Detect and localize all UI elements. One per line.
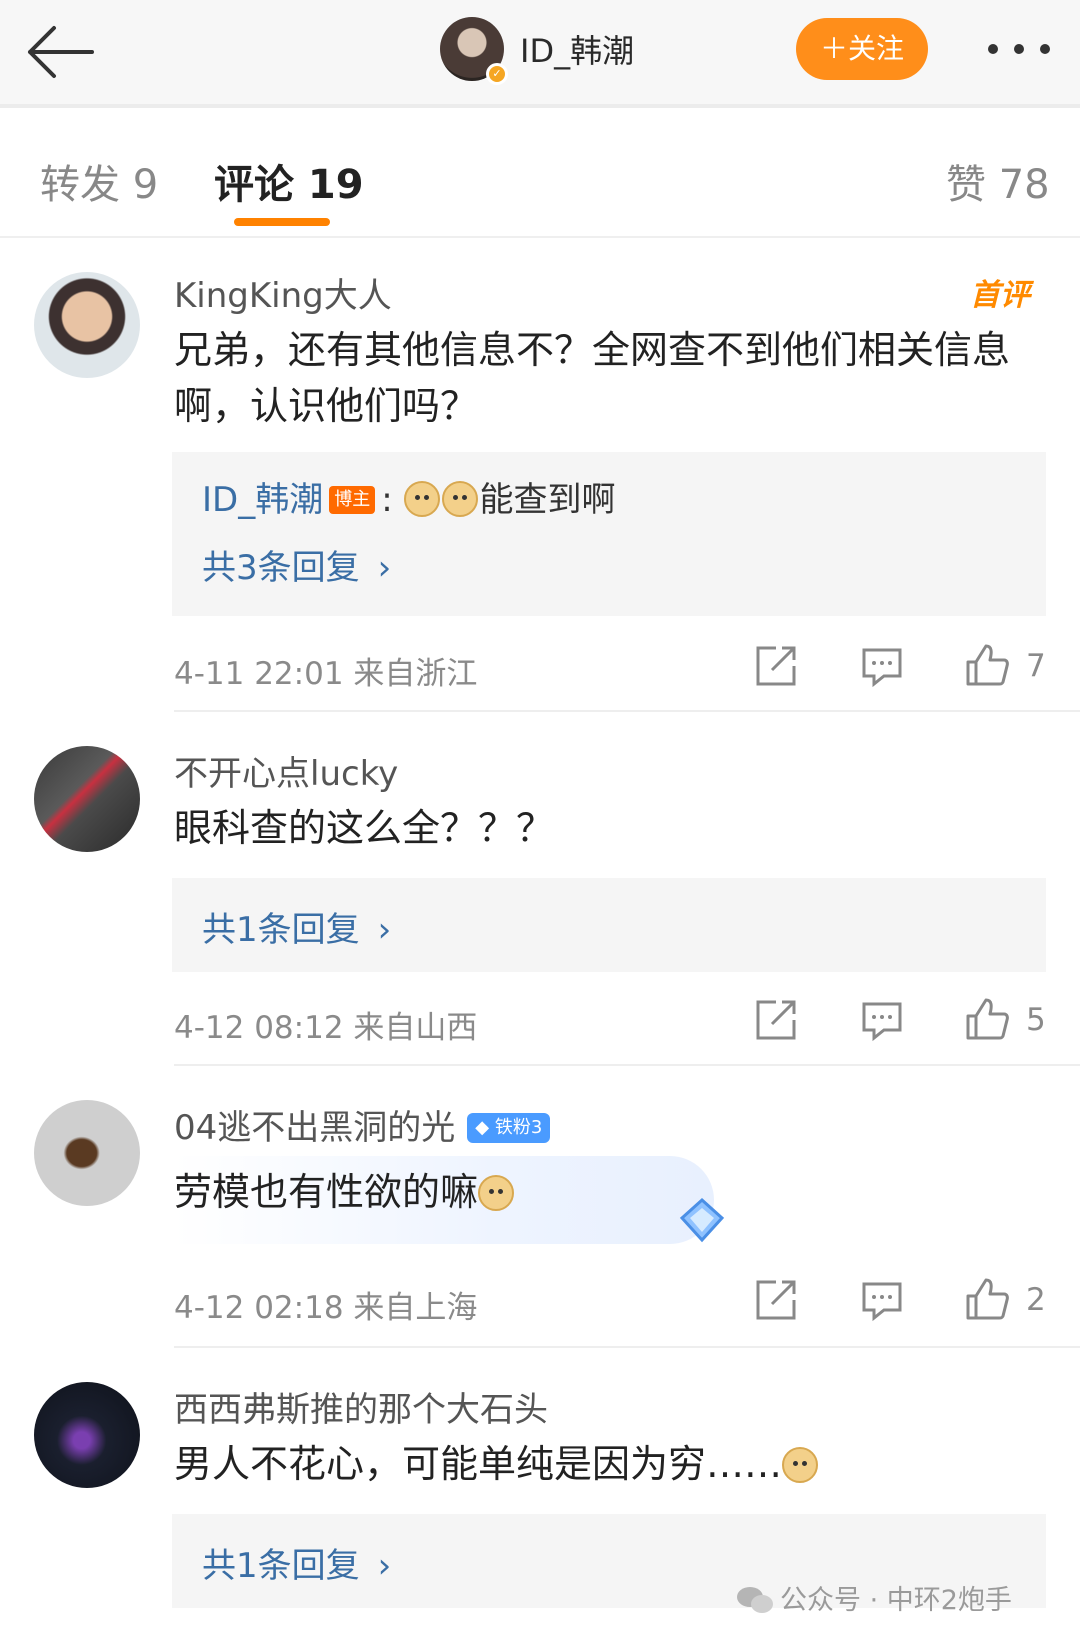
user-avatar[interactable]: [34, 1382, 140, 1488]
view-replies-link[interactable]: 共1条回复 ›: [202, 1538, 391, 1587]
tab-comments[interactable]: 评论 19: [214, 152, 364, 210]
comment-text: 眼科查的这么全？？？: [174, 806, 555, 850]
comment-meta: 4-12 02:18 来自上海: [174, 1290, 478, 1326]
reply-icon[interactable]: [860, 1278, 904, 1322]
share-icon[interactable]: [754, 644, 798, 688]
tab-likes[interactable]: 赞 78: [946, 152, 1050, 210]
reply-author[interactable]: ID_韩潮: [202, 480, 323, 520]
doge-emoji-icon: [478, 1175, 515, 1211]
active-tab-indicator: [234, 218, 330, 226]
chevron-right-icon: ›: [377, 910, 392, 950]
comment-text-content: 男人不花心，可能单纯是因为穷……: [174, 1442, 783, 1486]
comment-username[interactable]: 04逃不出黑洞的光 ◆ 铁粉3: [174, 1100, 551, 1149]
comment-meta: 4-12 08:12 来自山西: [174, 1010, 478, 1046]
tab-bar: 转发 9 评论 19 赞 78: [0, 112, 1080, 238]
comment-text: 男人不花心，可能单纯是因为穷……: [174, 1436, 1034, 1492]
follow-button[interactable]: ＋关注: [796, 18, 928, 80]
reply-separator: :: [381, 480, 393, 520]
comment-username[interactable]: 不开心点lucky: [174, 746, 398, 795]
tab-reposts[interactable]: 转发 9: [40, 152, 158, 210]
user-avatar[interactable]: [34, 746, 140, 852]
comment-divider: [174, 710, 1080, 712]
like-icon[interactable]: [964, 996, 1009, 1040]
comment-text: 劳模也有性欲的嘛: [174, 1164, 1034, 1220]
top-bar: ✓ ID_韩潮 ＋关注: [0, 0, 1080, 108]
share-icon[interactable]: [754, 1278, 798, 1322]
user-avatar[interactable]: [34, 1100, 140, 1206]
user-avatar[interactable]: [34, 272, 140, 378]
doge-emoji-icon: [441, 481, 478, 517]
reply-text: 能查到啊: [479, 480, 616, 520]
comment-divider: [174, 1346, 1080, 1348]
laughing-emoji-icon: [782, 1447, 819, 1483]
first-comment-badge: 首评: [970, 278, 1030, 313]
watermark-text: 公众号 · 中环2炮手: [780, 1585, 1012, 1616]
like-count: 2: [1026, 1282, 1046, 1318]
author-name[interactable]: ID_韩潮: [520, 26, 634, 72]
comment-text: 兄弟，还有其他信息不？全网查不到他们相关信息啊，认识他们吗？: [174, 328, 1011, 428]
view-replies-label: 共1条回复: [202, 1546, 360, 1586]
like-count: 5: [1026, 1002, 1046, 1038]
comment-meta: 4-11 22:01 来自浙江: [174, 656, 478, 692]
view-replies-link[interactable]: 共3条回复 ›: [202, 540, 391, 589]
watermark: 公众号 · 中环2炮手: [736, 1578, 1012, 1617]
fan-level-badge: ◆ 铁粉3: [467, 1113, 551, 1143]
view-replies-label: 共3条回复: [202, 548, 360, 588]
like-icon[interactable]: [964, 642, 1009, 686]
view-replies-link[interactable]: 共1条回复 ›: [202, 902, 391, 951]
reply-preview[interactable]: 共1条回复 ›: [172, 878, 1046, 972]
share-icon[interactable]: [754, 998, 798, 1042]
back-arrow-icon[interactable]: [24, 22, 96, 82]
reply-preview-line: ID_韩潮 博主: 能查到啊: [202, 472, 616, 521]
reply-icon[interactable]: [860, 998, 904, 1042]
chevron-right-icon: ›: [377, 1546, 392, 1586]
doge-emoji-icon: [403, 481, 440, 517]
host-tag: 博主: [329, 486, 376, 514]
diamond-decoration-icon: [674, 1196, 730, 1244]
like-icon[interactable]: [964, 1276, 1009, 1320]
comment-divider: [174, 1064, 1080, 1066]
verified-icon: ✓: [486, 63, 508, 85]
like-count: 7: [1026, 648, 1046, 684]
wechat-icon: [736, 1585, 774, 1615]
view-replies-label: 共1条回复: [202, 910, 360, 950]
comment-username-text: 04逃不出黑洞的光: [174, 1108, 456, 1148]
chevron-right-icon: ›: [377, 548, 392, 588]
comment-text-content: 劳模也有性欲的嘛: [174, 1170, 479, 1214]
fan-level-text: 铁粉3: [494, 1117, 543, 1138]
more-options-icon[interactable]: [984, 30, 1054, 70]
reply-preview[interactable]: ID_韩潮 博主: 能查到啊 共3条回复 ›: [172, 452, 1046, 616]
comment-username[interactable]: KingKing大人: [174, 268, 392, 317]
comment-username[interactable]: 西西弗斯推的那个大石头: [174, 1382, 548, 1431]
author-avatar[interactable]: ✓: [440, 17, 508, 85]
reply-icon[interactable]: [860, 644, 904, 688]
